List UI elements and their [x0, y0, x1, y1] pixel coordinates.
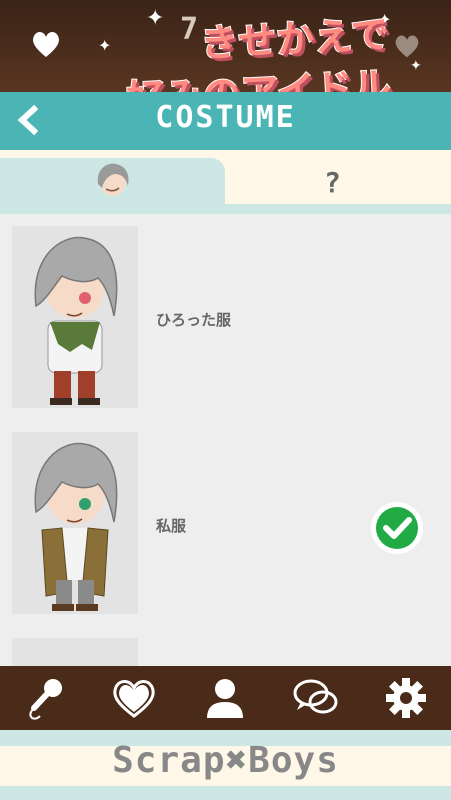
costume-name: ひろった服 — [156, 311, 232, 329]
heart-count: 7 — [180, 12, 199, 47]
costume-thumbnail — [12, 638, 138, 666]
heart-icon[interactable] — [110, 676, 158, 720]
chat-bubbles-icon[interactable] — [291, 676, 339, 720]
costume-thumbnail — [12, 432, 138, 614]
microphone-icon[interactable] — [20, 676, 68, 720]
app-logo: Scrap✖Boys — [112, 740, 339, 781]
sparkle-icon: ✦ — [146, 6, 165, 31]
heart-icon — [33, 31, 59, 57]
user-icon[interactable] — [201, 676, 249, 720]
character-illustration — [34, 236, 118, 405]
costume-thumbnail — [12, 226, 138, 408]
list-item[interactable]: ひろった服 — [0, 214, 451, 420]
costume-list: ひろった服 私服 — [0, 214, 451, 666]
gear-icon[interactable] — [382, 676, 430, 720]
list-item[interactable]: 私服 — [0, 420, 451, 626]
page-title: COSTUME — [155, 100, 296, 135]
costume-name: 私服 — [156, 517, 187, 535]
list-item[interactable] — [0, 626, 451, 666]
character-avatar-icon — [97, 163, 129, 196]
unknown-tab-label: ? — [324, 166, 341, 199]
tab-underline — [0, 204, 451, 214]
character-illustration — [34, 442, 118, 611]
checkmark-icon — [371, 502, 423, 554]
sparkle-icon: ✦ — [98, 36, 112, 55]
